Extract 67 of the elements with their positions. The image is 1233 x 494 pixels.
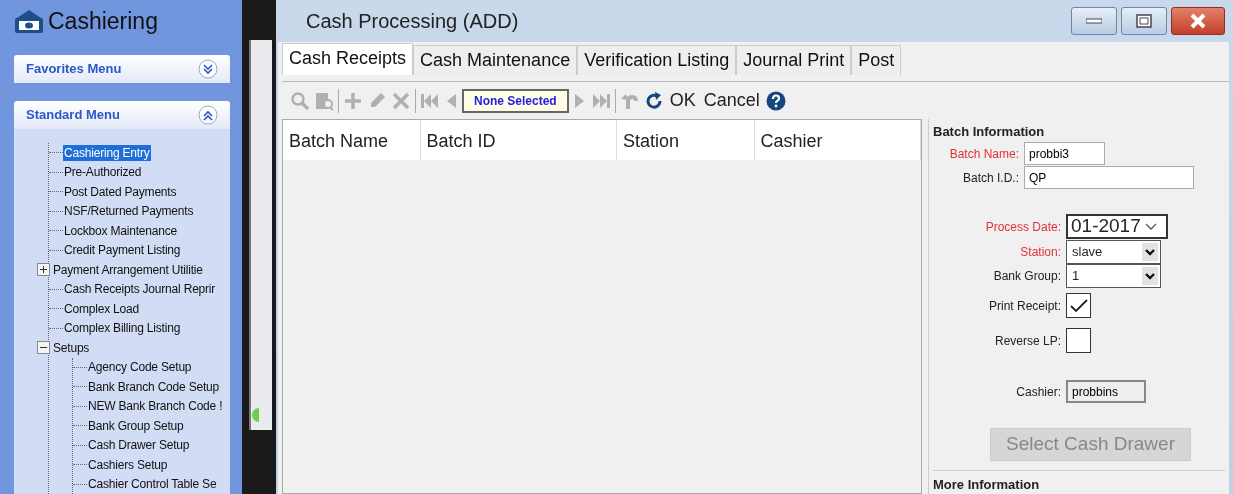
field-label: Print Receipt: bbox=[987, 297, 1061, 315]
chevron-down-icon bbox=[1144, 222, 1157, 231]
tree-item[interactable]: Lockbox Maintenance bbox=[63, 222, 178, 239]
tree-item[interactable]: NSF/Returned Payments bbox=[63, 203, 195, 220]
column-header[interactable]: Station bbox=[616, 120, 755, 160]
tree-item[interactable]: Cash Receipts Journal Reprir bbox=[63, 281, 217, 298]
cancel-button[interactable]: Cancel bbox=[701, 87, 762, 114]
tree-item[interactable]: Cashiers Setup bbox=[87, 456, 169, 473]
dropdown[interactable]: slave bbox=[1066, 239, 1161, 264]
date-picker[interactable]: 01-2017 bbox=[1066, 214, 1168, 239]
section-title: More Information bbox=[933, 475, 1041, 494]
section-title: Batch Information bbox=[933, 123, 1046, 141]
help-icon[interactable] bbox=[765, 90, 786, 111]
field-label: Batch Name: bbox=[948, 145, 1019, 163]
dropdown[interactable]: 1 bbox=[1066, 263, 1161, 288]
tab[interactable]: Cash Maintenance bbox=[413, 45, 578, 75]
menu-header[interactable]: Standard Menu bbox=[14, 101, 230, 129]
tab[interactable]: Journal Print bbox=[736, 45, 852, 75]
field-label: Reverse LP: bbox=[993, 332, 1061, 350]
tree-item[interactable]: Cashiering Entry bbox=[63, 144, 151, 161]
tree-item[interactable]: Complex Billing Listing bbox=[63, 320, 182, 337]
cash-register-icon bbox=[14, 8, 44, 34]
tree-item[interactable]: Payment Arrangement Utilitie bbox=[52, 261, 204, 278]
tree-item[interactable]: Credit Payment Listing bbox=[63, 242, 182, 259]
tree-item[interactable]: Complex Load bbox=[63, 300, 140, 317]
checkbox[interactable] bbox=[1066, 328, 1091, 353]
tree-item[interactable]: NEW Bank Branch Code ! bbox=[87, 398, 224, 415]
expand-icon[interactable] bbox=[37, 263, 50, 277]
window-title: Cash Processing (ADD) bbox=[306, 9, 519, 34]
field-label: Batch I.D.: bbox=[961, 169, 1019, 187]
checkmark-icon bbox=[1069, 298, 1088, 313]
menu-header[interactable]: Favorites Menu bbox=[14, 55, 230, 83]
text-field[interactable]: QP bbox=[1024, 166, 1194, 189]
selection-indicator: None Selected bbox=[462, 88, 569, 113]
field-label: Cashier: bbox=[1015, 383, 1061, 401]
tab[interactable]: Verification Listing bbox=[577, 45, 737, 75]
maximize-button[interactable] bbox=[1121, 7, 1167, 35]
ok-button[interactable]: OK bbox=[667, 87, 698, 114]
column-header[interactable]: Cashier bbox=[754, 120, 921, 160]
maximize-icon bbox=[1136, 14, 1152, 28]
app-title: Cashiering bbox=[48, 6, 158, 36]
tree-item[interactable]: Pre-Authorized bbox=[63, 164, 143, 181]
tree-item[interactable]: Setups bbox=[52, 339, 91, 356]
tab[interactable]: Cash Receipts bbox=[282, 43, 414, 75]
tab[interactable]: Post bbox=[851, 45, 902, 75]
status-light-icon bbox=[251, 408, 259, 422]
tree-item[interactable]: Post Dated Payments bbox=[63, 183, 178, 200]
tree-item[interactable]: Cash Drawer Setup bbox=[87, 437, 191, 454]
column-header[interactable]: Batch ID bbox=[420, 120, 617, 160]
close-button[interactable] bbox=[1171, 7, 1225, 35]
field-label: Bank Group: bbox=[992, 267, 1061, 285]
tree-item[interactable]: Bank Group Setup bbox=[87, 417, 185, 434]
tree-item[interactable]: Agency Code Setup bbox=[87, 359, 193, 376]
chevron-down-icon bbox=[1142, 266, 1158, 285]
column-header[interactable]: Batch Name bbox=[283, 120, 421, 160]
text-field[interactable]: probbins bbox=[1066, 380, 1146, 403]
text-field[interactable]: probbi3 bbox=[1024, 142, 1105, 165]
field-label: Station: bbox=[1019, 243, 1061, 261]
close-icon bbox=[1190, 13, 1206, 29]
chevron-down-icon bbox=[1142, 242, 1158, 261]
minimize-icon bbox=[1086, 18, 1102, 24]
tree-item[interactable]: Bank Branch Code Setup bbox=[87, 378, 221, 395]
tree-item[interactable]: Cashier Control Table Se bbox=[87, 476, 218, 493]
checkbox[interactable] bbox=[1066, 293, 1091, 318]
collapse-icon[interactable] bbox=[37, 341, 50, 355]
minimize-button[interactable] bbox=[1071, 7, 1117, 35]
field-label: Process Date: bbox=[984, 218, 1061, 236]
